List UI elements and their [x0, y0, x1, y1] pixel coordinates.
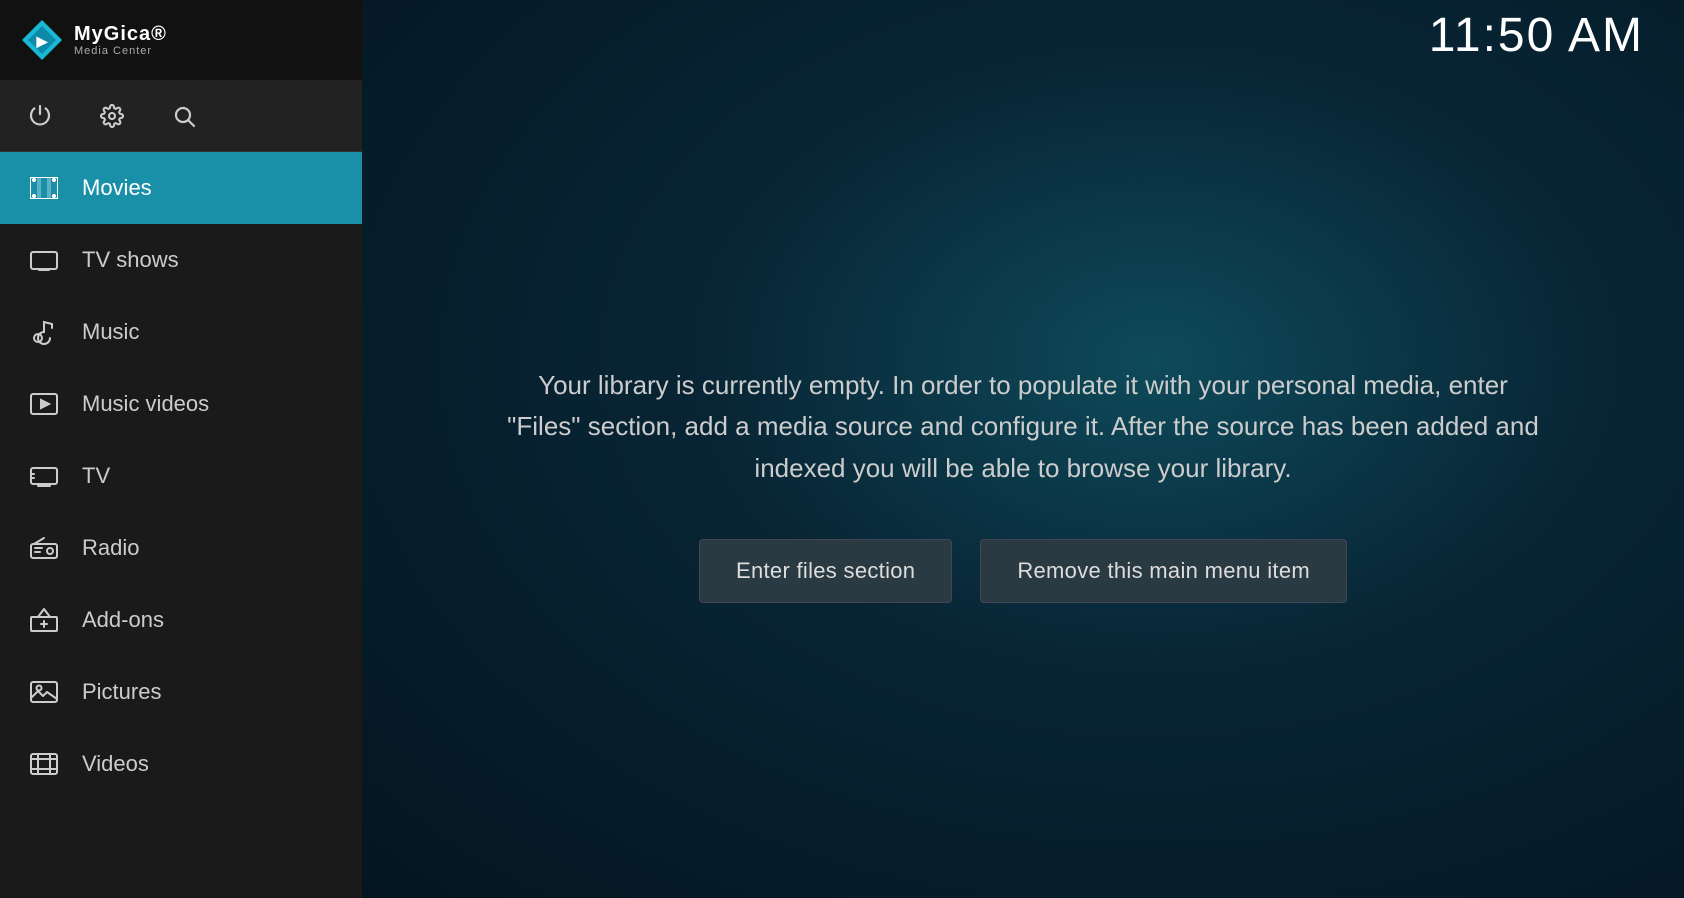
nav-item-tv[interactable]: TV [0, 440, 362, 512]
brand-name: MyGica® [74, 23, 167, 45]
videos-icon [28, 752, 60, 776]
music-videos-icon [28, 392, 60, 416]
add-ons-icon [28, 607, 60, 633]
sidebar-header: ▶ MyGica® Media Center [0, 0, 362, 80]
power-button[interactable] [28, 104, 52, 128]
nav-label-music-videos: Music videos [82, 391, 209, 417]
movies-icon [28, 177, 60, 199]
nav-label-music: Music [82, 319, 139, 345]
radio-icon [28, 536, 60, 560]
svg-text:▶: ▶ [36, 33, 49, 49]
settings-button[interactable] [100, 104, 124, 128]
content-area: Your library is currently empty. In orde… [362, 70, 1684, 898]
nav-item-music-videos[interactable]: Music videos [0, 368, 362, 440]
nav-label-pictures: Pictures [82, 679, 161, 705]
nav-item-radio[interactable]: Radio [0, 512, 362, 584]
pictures-icon [28, 680, 60, 704]
logo-icon: ▶ [20, 18, 64, 62]
nav-label-tv-shows: TV shows [82, 247, 179, 273]
nav-label-tv: TV [82, 463, 110, 489]
sidebar: ▶ MyGica® Media Center [0, 0, 362, 898]
sidebar-toolbar [0, 80, 362, 152]
nav-label-videos: Videos [82, 751, 149, 777]
search-button[interactable] [172, 104, 196, 128]
nav-item-videos[interactable]: Videos [0, 728, 362, 800]
nav-item-add-ons[interactable]: Add-ons [0, 584, 362, 656]
nav-label-movies: Movies [82, 175, 152, 201]
clock-display: 11:50 AM [1429, 8, 1644, 63]
nav-item-pictures[interactable]: Pictures [0, 656, 362, 728]
remove-menu-item-button[interactable]: Remove this main menu item [980, 539, 1347, 603]
music-icon [28, 319, 60, 345]
nav-label-radio: Radio [82, 535, 139, 561]
nav-label-add-ons: Add-ons [82, 607, 164, 633]
action-buttons: Enter files section Remove this main men… [699, 539, 1347, 603]
tv-icon [28, 464, 60, 488]
nav-item-tv-shows[interactable]: TV shows [0, 224, 362, 296]
nav-item-music[interactable]: Music [0, 296, 362, 368]
top-bar: 11:50 AM [362, 0, 1684, 70]
logo-text: MyGica® Media Center [74, 23, 167, 57]
brand-subtitle: Media Center [74, 45, 167, 57]
nav-item-movies[interactable]: Movies [0, 152, 362, 224]
empty-library-message: Your library is currently empty. In orde… [498, 365, 1548, 490]
tv-shows-icon [28, 248, 60, 272]
main-content: 11:50 AM Your library is currently empty… [362, 0, 1684, 898]
nav-menu: Movies TV shows Music [0, 152, 362, 898]
enter-files-section-button[interactable]: Enter files section [699, 539, 952, 603]
